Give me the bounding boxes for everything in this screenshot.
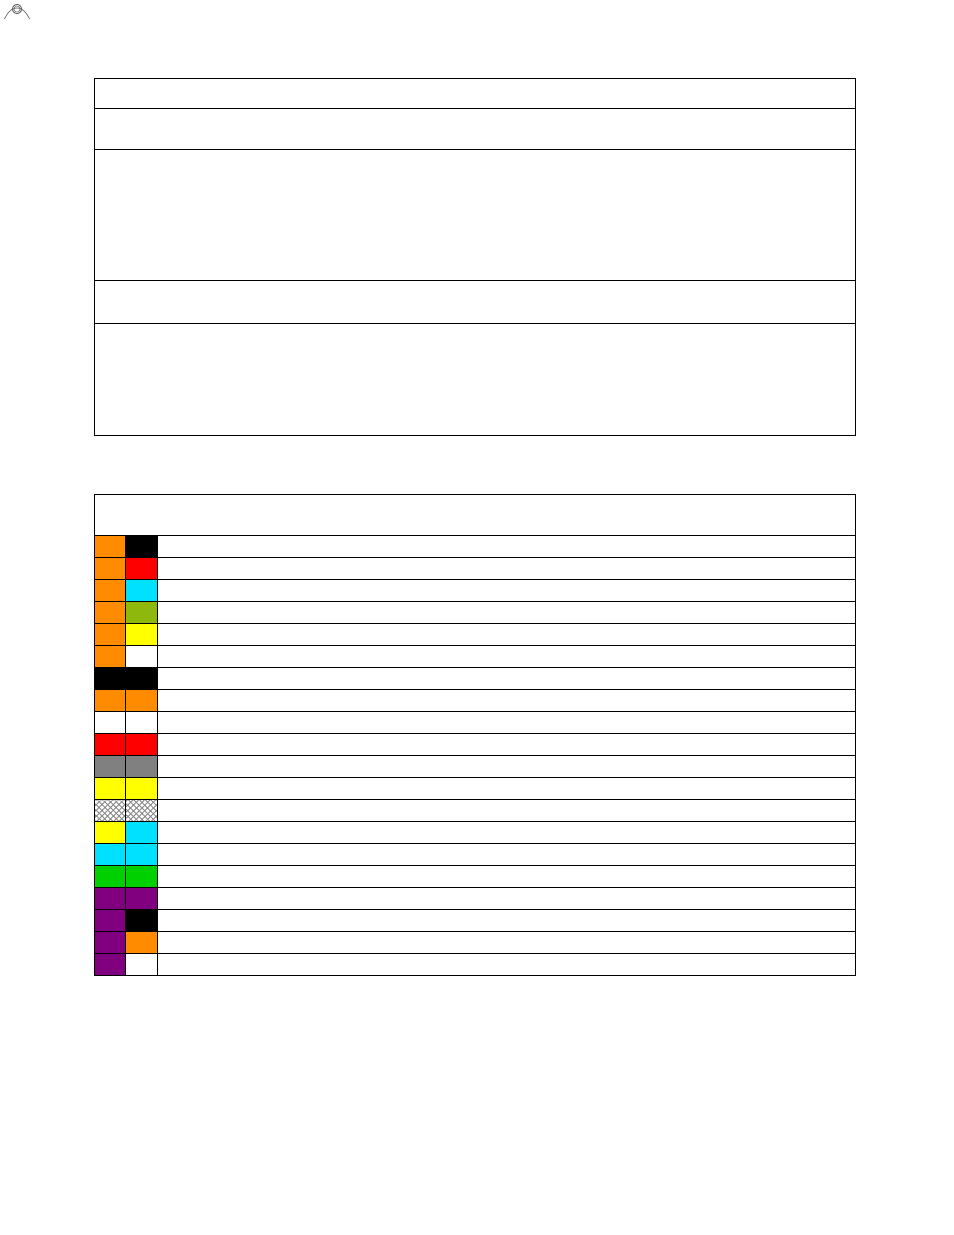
legend-label [158,558,856,580]
color-swatch-1 [95,580,126,602]
legend-row [95,602,856,624]
legend-header [95,495,856,536]
color-swatch-2 [126,756,158,778]
color-swatch-1 [95,888,126,910]
color-swatch-1 [95,536,126,558]
color-swatch-1 [95,800,126,822]
legend-label [158,910,856,932]
legend-row [95,624,856,646]
color-swatch-2 [126,668,158,690]
color-swatch-1 [95,778,126,800]
legend-label [158,778,856,800]
legend-label [158,888,856,910]
legend-row [95,580,856,602]
legend-label [158,932,856,954]
color-swatch-1 [95,844,126,866]
color-swatch-2 [126,602,158,624]
info-row-3 [95,150,856,281]
color-swatch-1 [95,690,126,712]
color-swatch-2 [126,646,158,668]
mgm-lion-logo [2,2,32,20]
legend-label [158,800,856,822]
color-swatch-1 [95,668,126,690]
info-row-4 [95,281,856,324]
legend-row [95,778,856,800]
legend-row [95,690,856,712]
color-swatch-2 [126,866,158,888]
legend-row [95,734,856,756]
legend-row [95,558,856,580]
color-swatch-2 [126,844,158,866]
legend-row [95,668,856,690]
color-swatch-2 [126,954,158,976]
color-swatch-2 [126,624,158,646]
legend-row [95,888,856,910]
legend-row [95,844,856,866]
legend-label [158,734,856,756]
color-swatch-1 [95,602,126,624]
color-swatch-2 [126,690,158,712]
legend-label [158,536,856,558]
color-legend-table [94,494,856,976]
color-swatch-1 [95,646,126,668]
legend-row [95,712,856,734]
legend-label [158,646,856,668]
color-swatch-2 [126,822,158,844]
legend-label [158,624,856,646]
color-swatch-1 [95,558,126,580]
legend-row [95,536,856,558]
color-swatch-1 [95,712,126,734]
legend-row [95,910,856,932]
info-table [94,78,856,436]
color-swatch-2 [126,536,158,558]
color-swatch-2 [126,888,158,910]
color-swatch-2 [126,580,158,602]
info-row-1 [95,79,856,109]
color-swatch-2 [126,558,158,580]
color-swatch-2 [126,932,158,954]
legend-row [95,800,856,822]
color-swatch-1 [95,624,126,646]
legend-label [158,602,856,624]
legend-label [158,844,856,866]
color-swatch-2 [126,734,158,756]
legend-label [158,866,856,888]
color-swatch-1 [95,756,126,778]
info-row-2 [95,109,856,150]
legend-row [95,646,856,668]
color-swatch-2 [126,712,158,734]
legend-label [158,668,856,690]
legend-label [158,756,856,778]
legend-label [158,690,856,712]
legend-row [95,756,856,778]
legend-label [158,954,856,976]
color-swatch-2 [126,800,158,822]
color-swatch-1 [95,954,126,976]
color-swatch-1 [95,932,126,954]
legend-label [158,822,856,844]
color-swatch-1 [95,866,126,888]
color-swatch-1 [95,822,126,844]
info-row-5 [95,324,856,436]
color-swatch-1 [95,734,126,756]
color-swatch-2 [126,910,158,932]
legend-label [158,580,856,602]
color-swatch-1 [95,910,126,932]
legend-row [95,866,856,888]
legend-label [158,712,856,734]
legend-row [95,822,856,844]
legend-row [95,954,856,976]
legend-row [95,932,856,954]
color-swatch-2 [126,778,158,800]
